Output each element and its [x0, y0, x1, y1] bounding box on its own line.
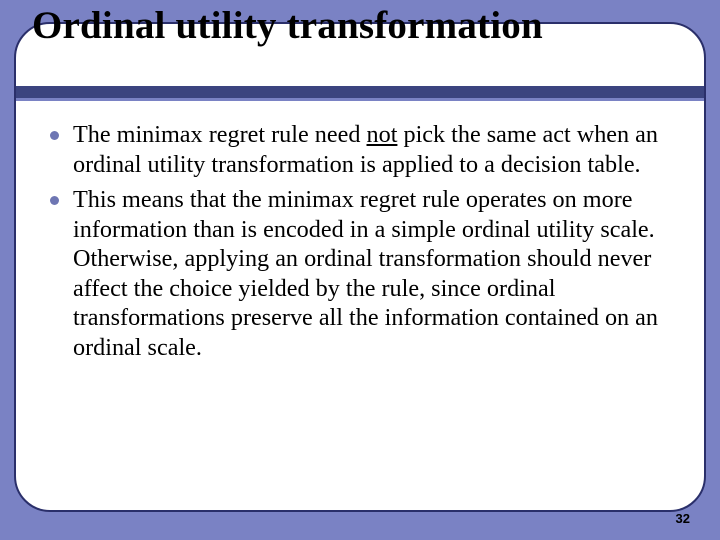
bullet-icon [50, 131, 59, 140]
list-item: The minimax regret rule need not pick th… [50, 120, 666, 179]
underlined-text: not [367, 121, 398, 148]
text-segment: This means that the minimax regret rule … [73, 186, 658, 361]
bullet-list: The minimax regret rule need not pick th… [50, 120, 666, 368]
bullet-icon [50, 196, 59, 205]
text-segment: The minimax regret rule need [73, 121, 367, 148]
page-number: 32 [676, 511, 690, 526]
title-underline-bar [16, 86, 704, 98]
bullet-text: This means that the minimax regret rule … [73, 185, 666, 362]
slide-card: Ordinal utility transformation The minim… [14, 22, 706, 512]
slide-title: Ordinal utility transformation [28, 6, 547, 47]
bullet-text: The minimax regret rule need not pick th… [73, 120, 666, 179]
list-item: This means that the minimax regret rule … [50, 185, 666, 362]
